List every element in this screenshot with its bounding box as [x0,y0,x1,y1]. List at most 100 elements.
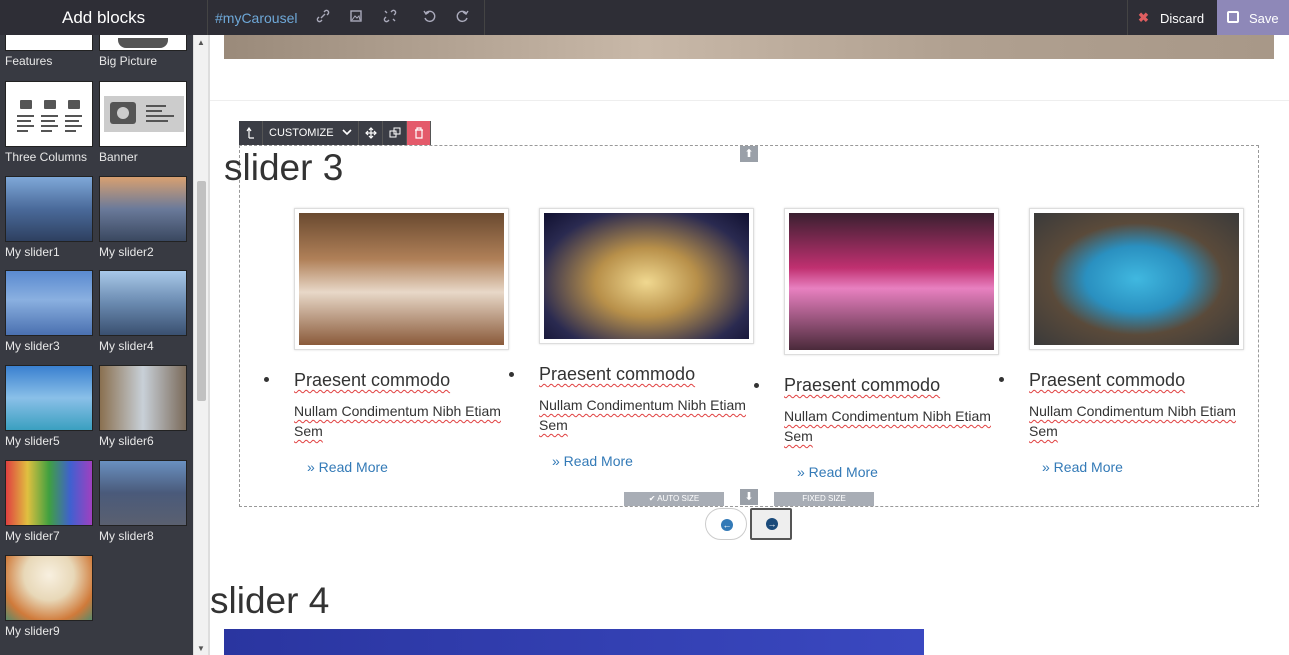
block-three-columns[interactable]: Three Columns [5,81,93,164]
block-thumbnail [5,81,93,147]
fixed-size-label: FIXED SIZE [802,494,846,503]
read-more-link[interactable]: » Read More [797,464,1009,480]
move-icon[interactable] [359,121,383,145]
list-bullet [264,377,269,382]
card-image-frame[interactable] [539,208,754,344]
carousel-card: Praesent commodo Nullam Condimentum Nibh… [294,208,519,475]
card-title[interactable]: Praesent commodo [539,364,764,385]
block-thumbnail [5,270,93,336]
block-my-slider9[interactable]: My slider9 [5,555,93,638]
block-thumbnail [99,35,187,51]
customize-dropdown[interactable]: CUSTOMIZE [263,121,359,145]
card-description[interactable]: Nullam Condimentum Nibh Etiam Sem [539,395,764,435]
discard-label: Discard [1160,11,1205,26]
card-image-frame[interactable] [1029,208,1244,350]
divider [207,0,208,35]
block-label: My slider9 [5,624,60,638]
read-more-link[interactable]: » Read More [552,453,764,469]
block-toolbar: CUSTOMIZE [239,121,431,145]
undo-icon[interactable] [422,9,438,25]
block-my-slider8[interactable]: My slider8 [99,460,187,543]
editor-canvas: CUSTOMIZE slider 3 ⬆ Praesent commodo Nu… [210,35,1289,655]
block-thumbnail [5,460,93,526]
unlink-icon[interactable] [383,9,399,25]
scroll-down-icon[interactable]: ▼ [197,644,205,653]
scrollbar-thumb[interactable] [197,181,206,401]
floppy-icon [1227,11,1239,23]
block-thumbnail [99,365,187,431]
card-image-frame[interactable] [294,208,509,350]
arrow-left-icon: ← [721,519,733,531]
block-my-slider4[interactable]: My slider4 [99,270,187,353]
selected-element-label[interactable]: #myCarousel [215,10,297,26]
discard-button[interactable]: ✖ Discard [1127,0,1217,35]
block-my-slider2[interactable]: My slider2 [99,176,187,259]
block-label: My slider2 [99,245,154,259]
block-label: My slider4 [99,339,154,353]
list-bullet [999,377,1004,382]
slider4-heading[interactable]: slider 4 [210,580,329,622]
block-my-slider7[interactable]: My slider7 [5,460,93,543]
card-image-frame[interactable] [784,208,999,355]
block-banner[interactable]: Banner [99,81,187,164]
block-my-slider6[interactable]: My slider6 [99,365,187,448]
clone-icon[interactable] [383,121,407,145]
slider4-image [224,629,924,655]
carousel-prev-button[interactable]: ← [705,508,747,540]
chevron-down-icon [342,127,352,139]
blocks-sidebar: Features Big Picture Three Columns Banne… [0,35,193,655]
block-big-picture[interactable]: Big Picture [99,35,187,68]
save-button[interactable]: Save [1217,0,1289,35]
parent-select-icon[interactable] [239,121,263,145]
card-description[interactable]: Nullam Condimentum Nibh Etiam Sem [294,401,519,441]
carousel-card: Praesent commodo Nullam Condimentum Nibh… [539,208,764,469]
block-thumbnail [99,270,187,336]
card-title[interactable]: Praesent commodo [294,370,519,391]
block-label: Banner [99,150,138,164]
read-more-link[interactable]: » Read More [1042,459,1254,475]
list-bullet [509,372,514,377]
block-thumbnail [99,176,187,242]
block-label: My slider6 [99,434,154,448]
slider3-heading[interactable]: slider 3 [224,147,343,189]
fixed-size-button[interactable]: FIXED SIZE [774,492,874,506]
section-divider [210,100,1289,101]
block-thumbnail [5,35,93,51]
block-thumbnail [99,81,187,147]
restaurant-image [789,213,994,350]
previous-slider-image [224,35,1274,59]
block-label: My slider5 [5,434,60,448]
move-down-icon[interactable]: ⬇ [740,489,758,505]
block-features[interactable]: Features [5,35,93,68]
carousel-next-button[interactable]: → [750,508,792,540]
card-description[interactable]: Nullam Condimentum Nibh Etiam Sem [1029,401,1254,441]
card-title[interactable]: Praesent commodo [784,375,1009,396]
block-label: My slider3 [5,339,60,353]
close-icon: ✖ [1138,10,1149,25]
redo-icon[interactable] [456,9,472,25]
hotel-exterior-image [544,213,749,339]
image-icon[interactable] [349,9,365,25]
block-my-slider5[interactable]: My slider5 [5,365,93,448]
link-icon[interactable] [316,9,332,25]
move-up-icon[interactable]: ⬆ [740,146,758,162]
read-more-link[interactable]: » Read More [307,459,519,475]
scroll-up-icon[interactable]: ▲ [197,38,205,47]
customize-label: CUSTOMIZE [269,127,334,139]
block-thumbnail [5,176,93,242]
block-my-slider3[interactable]: My slider3 [5,270,93,353]
block-thumbnail [5,365,93,431]
card-description[interactable]: Nullam Condimentum Nibh Etiam Sem [784,406,1009,446]
editor-topbar: Add blocks #myCarousel ✖ Discard Save [0,0,1289,35]
carousel-card: Praesent commodo Nullam Condimentum Nibh… [784,208,1009,480]
save-label: Save [1249,11,1279,26]
card-title[interactable]: Praesent commodo [1029,370,1254,391]
block-my-slider1[interactable]: My slider1 [5,176,93,259]
block-label: Big Picture [99,54,158,68]
auto-size-button[interactable]: ✔ AUTO SIZE [624,492,724,506]
block-label: My slider8 [99,529,154,543]
hotel-room-image [299,213,504,345]
pool-image [1034,213,1239,345]
trash-icon[interactable] [407,121,431,145]
sidebar-scrollbar[interactable]: ▲ ▼ [193,35,208,655]
